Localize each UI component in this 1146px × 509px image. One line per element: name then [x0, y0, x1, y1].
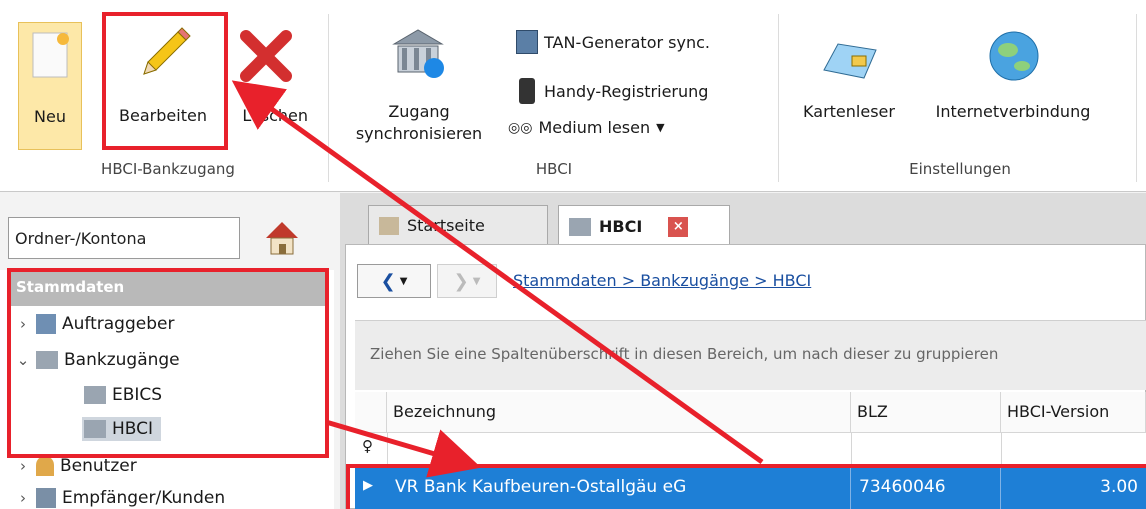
tan-generator-icon — [516, 30, 538, 54]
row-indicator-icon: ▶ — [363, 478, 373, 493]
delete-label: Löschen — [242, 106, 308, 125]
tan-sync-label: TAN-Generator sync. — [544, 32, 710, 52]
ribbon-separator — [778, 14, 779, 182]
ribbon: Neu Bearbeiten Löschen HBCI-Bankzugang Z… — [0, 0, 1146, 192]
tree-item-label: Auftraggeber — [62, 314, 175, 334]
chevron-right-icon[interactable]: › — [16, 457, 30, 475]
cell-bezeichnung[interactable]: VR Bank Kaufbeuren-Ostallgäu eG — [387, 468, 851, 509]
home-icon — [379, 216, 399, 235]
folder-account-search-input[interactable] — [8, 217, 240, 259]
sync-label-1: Zugang — [388, 102, 450, 121]
back-button[interactable]: ❮ ▼ — [357, 264, 431, 298]
edit-label: Bearbeiten — [119, 106, 207, 125]
card-reader-icon — [823, 43, 877, 79]
handy-label: Handy-Registrierung — [544, 81, 709, 101]
bank-icon — [84, 386, 106, 404]
read-medium-button[interactable]: ◎◎ Medium lesen ▼ — [508, 118, 665, 137]
cell-hbci-version[interactable]: 3.00 — [1001, 468, 1146, 509]
tree-item-label: Bankzugänge — [64, 350, 180, 370]
bank-group-label: HBCI-Bankzugang — [101, 160, 235, 178]
cell-blz[interactable]: 73460046 — [851, 468, 1001, 509]
breadcrumb[interactable]: Stammdaten > Bankzugänge > HBCI — [513, 271, 811, 290]
globe-icon — [989, 31, 1039, 81]
new-label: Neu — [34, 107, 66, 126]
arrow-left-icon: ❮ — [380, 270, 396, 292]
ribbon-separator — [1136, 14, 1137, 182]
new-button[interactable]: Neu — [18, 22, 82, 150]
tab-label: HBCI — [599, 217, 643, 236]
tree-item-empfaenger[interactable]: › Empfänger/Kunden — [16, 488, 225, 508]
card-reader-label: Kartenleser — [803, 102, 895, 121]
bank-icon — [569, 217, 591, 236]
tree-item-label: Benutzer — [60, 456, 137, 476]
column-header-bezeichnung[interactable]: Bezeichnung — [387, 392, 851, 432]
tree-item-label: EBICS — [112, 385, 163, 405]
home-icon[interactable] — [262, 218, 302, 258]
hbci-group-label: HBCI — [535, 160, 573, 178]
internet-label: Internetverbindung — [935, 102, 1091, 121]
ribbon-separator — [328, 14, 329, 182]
settings-group-label: Einstellungen — [909, 160, 1011, 178]
tree-item-hbci[interactable]: HBCI — [82, 417, 162, 441]
new-document-icon — [32, 32, 69, 78]
close-icon[interactable]: × — [668, 216, 689, 237]
tree-section-header: Stammdaten — [10, 270, 326, 306]
handy-registration-button[interactable]: Handy-Registrierung — [516, 78, 708, 104]
chevron-down-icon[interactable]: ⌄ — [16, 351, 30, 369]
group-by-hint: Ziehen Sie eine Spaltenüberschrift in di… — [370, 345, 999, 363]
column-header-hbci-version[interactable]: HBCI-Version — [1001, 392, 1146, 432]
filter-cell-divider — [851, 432, 852, 466]
bank-icon — [36, 351, 58, 369]
chevron-down-icon: ▼ — [399, 275, 408, 287]
chevron-right-icon[interactable]: › — [16, 315, 30, 333]
row-indicator-header — [355, 392, 387, 432]
chevron-right-icon[interactable]: › — [16, 489, 30, 507]
sync-access-button[interactable]: Zugang synchronisieren — [340, 22, 498, 150]
card-reader-button[interactable]: Kartenleser — [790, 22, 908, 150]
mobile-phone-icon — [519, 78, 535, 104]
arrow-right-icon: ❯ — [453, 270, 469, 292]
medium-label: Medium lesen — [538, 118, 651, 137]
client-icon — [36, 314, 56, 334]
tree-item-ebics[interactable]: EBICS — [84, 385, 162, 405]
delete-x-icon — [240, 30, 292, 82]
internet-connection-button[interactable]: Internetverbindung — [906, 22, 1120, 150]
filter-cell-divider — [387, 432, 388, 466]
tab-label: Startseite — [407, 216, 485, 235]
filter-row[interactable] — [355, 432, 1146, 466]
tree-item-bankzugaenge[interactable]: ⌄ Bankzugänge — [16, 350, 180, 370]
forward-button[interactable]: ❯ ▼ — [437, 264, 497, 298]
tree-item-label: Empfänger/Kunden — [62, 488, 226, 508]
edit-button[interactable]: Bearbeiten — [104, 22, 222, 150]
bank-icon — [84, 420, 106, 438]
tan-sync-button[interactable]: TAN-Generator sync. — [516, 30, 710, 54]
pencil-icon — [143, 27, 191, 75]
user-icon — [36, 456, 54, 476]
delete-button[interactable]: Löschen — [228, 22, 312, 150]
tab-startseite[interactable]: Startseite — [368, 205, 548, 245]
filter-cell-divider — [1001, 432, 1002, 466]
sync-label-2: synchronisieren — [355, 124, 483, 143]
chevron-down-icon: ▼ — [656, 121, 665, 134]
tree-item-label: HBCI — [112, 419, 154, 439]
column-header-blz[interactable]: BLZ — [851, 392, 1001, 432]
tree-item-auftraggeber[interactable]: › Auftraggeber — [16, 314, 174, 334]
glasses-icon: ◎◎ — [508, 119, 533, 136]
tab-hbci[interactable]: HBCI × — [558, 205, 730, 247]
bank-sync-icon — [392, 29, 444, 78]
filter-pin-icon: ♀ — [362, 437, 373, 455]
tree-item-benutzer[interactable]: › Benutzer — [16, 456, 137, 476]
chevron-down-icon: ▼ — [472, 275, 481, 287]
recipient-icon — [36, 488, 56, 508]
